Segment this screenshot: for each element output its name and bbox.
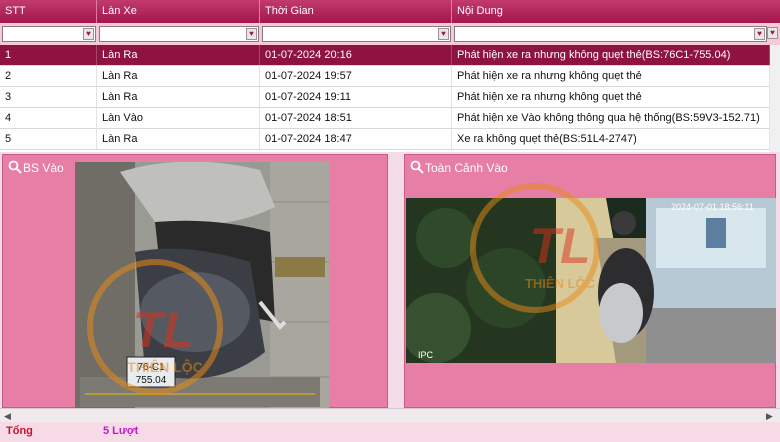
camera-timestamp: 2024-07-01 18:56:11 <box>671 202 754 212</box>
scroll-left-arrow-icon[interactable]: ◀ <box>4 411 11 422</box>
table-row[interactable]: 3 Làn Ra 01-07-2024 19:11 Phát hiện xe r… <box>0 87 780 108</box>
cell-content: Phát hiện xe ra nhưng không quẹt thẻ <box>452 66 770 86</box>
cell-stt: 1 <box>0 45 97 65</box>
table-row[interactable]: 1 Làn Ra 01-07-2024 20:16 Phát hiện xe r… <box>0 45 780 66</box>
cell-lane: Làn Ra <box>97 66 260 86</box>
plate-image-panel: BS Vào 76-C1 755.04 TL THIÊN LỘC <box>2 154 388 408</box>
filter-time-input[interactable]: ♥ <box>262 26 451 42</box>
table-row[interactable]: 2 Làn Ra 01-07-2024 19:57 Phát hiện xe r… <box>0 66 780 87</box>
table-row[interactable]: 5 Làn Ra 01-07-2024 18:47 Xe ra không qu… <box>0 129 780 150</box>
overview-image-panel: Toàn Cảnh Vào 2024-07-01 18:56:11 IPC TL… <box>404 154 776 408</box>
watermark-monogram: TL <box>132 302 193 358</box>
plate-text-line2: 755.04 <box>136 375 167 386</box>
horizontal-scrollbar[interactable]: ◀ ▶ <box>0 408 780 423</box>
cell-content: Xe ra không quẹt thẻ(BS:51L4-2747) <box>452 129 770 149</box>
cell-stt: 2 <box>0 66 97 86</box>
cell-stt: 3 <box>0 87 97 107</box>
cell-lane: Làn Ra <box>97 45 260 65</box>
col-header-lane[interactable]: Làn Xe <box>97 0 260 23</box>
camera-label: IPC <box>418 350 434 360</box>
cell-content: Phát hiện xe ra nhưng không quẹt thẻ(BS:… <box>452 45 770 65</box>
filter-lane-input[interactable]: ♥ <box>99 26 259 42</box>
events-grid: STT Làn Xe Thời Gian Nội Dung ♥ ♥ ♥ ♥ ♥ … <box>0 0 780 152</box>
col-header-time[interactable]: Thời Gian <box>260 0 452 23</box>
plate-camera-image[interactable]: 76-C1 755.04 TL THIÊN LỘC <box>75 162 329 408</box>
filter-stt-input[interactable]: ♥ <box>2 26 96 42</box>
watermark-brand: THIÊN LỘC <box>127 358 202 375</box>
magnifier-icon[interactable] <box>410 160 424 174</box>
col-header-content[interactable]: Nội Dung <box>452 0 780 23</box>
total-value: 5 Lượt <box>103 425 139 437</box>
scroll-right-arrow-icon[interactable]: ▶ <box>766 411 773 422</box>
filter-extra[interactable]: ♥ <box>767 26 779 42</box>
total-label: Tổng <box>6 425 33 437</box>
cell-content: Phát hiện xe ra nhưng không quẹt thẻ <box>452 87 770 107</box>
summary-footer: Tổng 5 Lượt <box>0 422 780 442</box>
cell-time: 01-07-2024 19:57 <box>260 66 452 86</box>
cell-content: Phát hiện xe Vào không thông qua hệ thốn… <box>452 108 770 128</box>
watermark-brand: THIÊN LỘC <box>525 276 596 291</box>
cell-stt: 5 <box>0 129 97 149</box>
filter-icon[interactable]: ♥ <box>754 28 765 40</box>
vertical-scrollbar[interactable] <box>770 45 780 152</box>
filter-icon[interactable]: ♥ <box>767 27 778 39</box>
cell-time: 01-07-2024 18:51 <box>260 108 452 128</box>
cell-lane: Làn Ra <box>97 87 260 107</box>
cell-lane: Làn Vào <box>97 108 260 128</box>
plate-panel-title: BS Vào <box>23 161 64 175</box>
filter-icon[interactable]: ♥ <box>246 28 257 40</box>
grid-header: STT Làn Xe Thời Gian Nội Dung <box>0 0 780 23</box>
cell-time: 01-07-2024 20:16 <box>260 45 452 65</box>
watermark-logo: TL THIÊN LỘC <box>465 173 645 323</box>
cell-time: 01-07-2024 18:47 <box>260 129 452 149</box>
filter-icon[interactable]: ♥ <box>438 28 449 40</box>
magnifier-icon[interactable] <box>8 160 22 174</box>
filter-row: ♥ ♥ ♥ ♥ ♥ <box>0 23 780 45</box>
watermark-monogram: TL <box>529 218 590 274</box>
cell-stt: 4 <box>0 108 97 128</box>
filter-icon[interactable]: ♥ <box>83 28 94 40</box>
cell-time: 01-07-2024 19:11 <box>260 87 452 107</box>
table-row[interactable]: 4 Làn Vào 01-07-2024 18:51 Phát hiện xe … <box>0 108 780 129</box>
cell-lane: Làn Ra <box>97 129 260 149</box>
col-header-stt[interactable]: STT <box>0 0 97 23</box>
filter-content-input[interactable]: ♥ <box>454 26 767 42</box>
